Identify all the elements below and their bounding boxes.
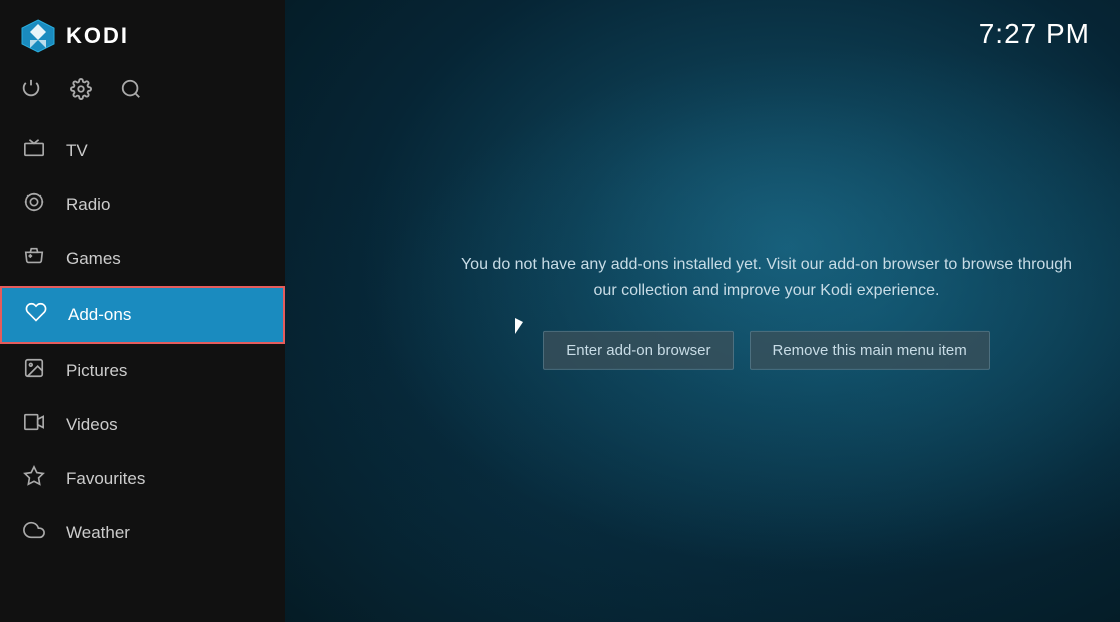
tv-icon	[20, 137, 48, 165]
radio-icon	[20, 191, 48, 219]
sidebar-item-weather[interactable]: Weather	[0, 506, 285, 560]
kodi-logo-icon	[20, 18, 56, 54]
sidebar-item-videos-label: Videos	[66, 415, 118, 435]
main-content: 7:27 PM You do not have any add-ons inst…	[285, 0, 1120, 622]
sidebar-item-radio-label: Radio	[66, 195, 110, 215]
message-line1: You do not have any add-ons installed ye…	[461, 256, 1072, 273]
sidebar-item-favourites-label: Favourites	[66, 469, 145, 489]
remove-main-menu-item-button[interactable]: Remove this main menu item	[750, 331, 990, 370]
app-title: KODI	[66, 23, 129, 49]
sidebar-item-tv-label: TV	[66, 141, 88, 161]
pictures-icon	[20, 357, 48, 385]
power-icon	[20, 78, 42, 100]
sidebar-item-favourites[interactable]: Favourites	[0, 452, 285, 506]
sidebar-item-weather-label: Weather	[66, 523, 130, 543]
favourites-icon	[20, 465, 48, 493]
sidebar: KODI	[0, 0, 285, 622]
search-button[interactable]	[120, 78, 142, 106]
sidebar-item-radio[interactable]: Radio	[0, 178, 285, 232]
sidebar-item-tv[interactable]: TV	[0, 124, 285, 178]
addons-icon	[22, 301, 50, 329]
sidebar-item-pictures[interactable]: Pictures	[0, 344, 285, 398]
sidebar-item-pictures-label: Pictures	[66, 361, 127, 381]
settings-icon	[70, 78, 92, 100]
settings-button[interactable]	[70, 78, 92, 106]
sidebar-item-games[interactable]: Games	[0, 232, 285, 286]
sidebar-header: KODI	[0, 0, 285, 68]
sidebar-item-addons-label: Add-ons	[68, 305, 131, 325]
sidebar-item-addons[interactable]: Add-ons	[0, 286, 285, 344]
sidebar-item-videos[interactable]: Videos	[0, 398, 285, 452]
message-line2: our collection and improve your Kodi exp…	[594, 282, 940, 299]
games-icon	[20, 245, 48, 273]
videos-icon	[20, 411, 48, 439]
content-buttons: Enter add-on browser Remove this main me…	[447, 331, 1087, 370]
content-message: You do not have any add-ons installed ye…	[447, 252, 1087, 303]
sidebar-top-icons	[0, 68, 285, 124]
sidebar-item-games-label: Games	[66, 249, 121, 269]
power-button[interactable]	[20, 78, 42, 106]
sidebar-nav: TV Radio Games	[0, 124, 285, 622]
enter-addon-browser-button[interactable]: Enter add-on browser	[543, 331, 733, 370]
weather-icon	[20, 519, 48, 547]
search-icon	[120, 78, 142, 100]
content-center: You do not have any add-ons installed ye…	[447, 252, 1087, 370]
clock: 7:27 PM	[979, 18, 1090, 50]
